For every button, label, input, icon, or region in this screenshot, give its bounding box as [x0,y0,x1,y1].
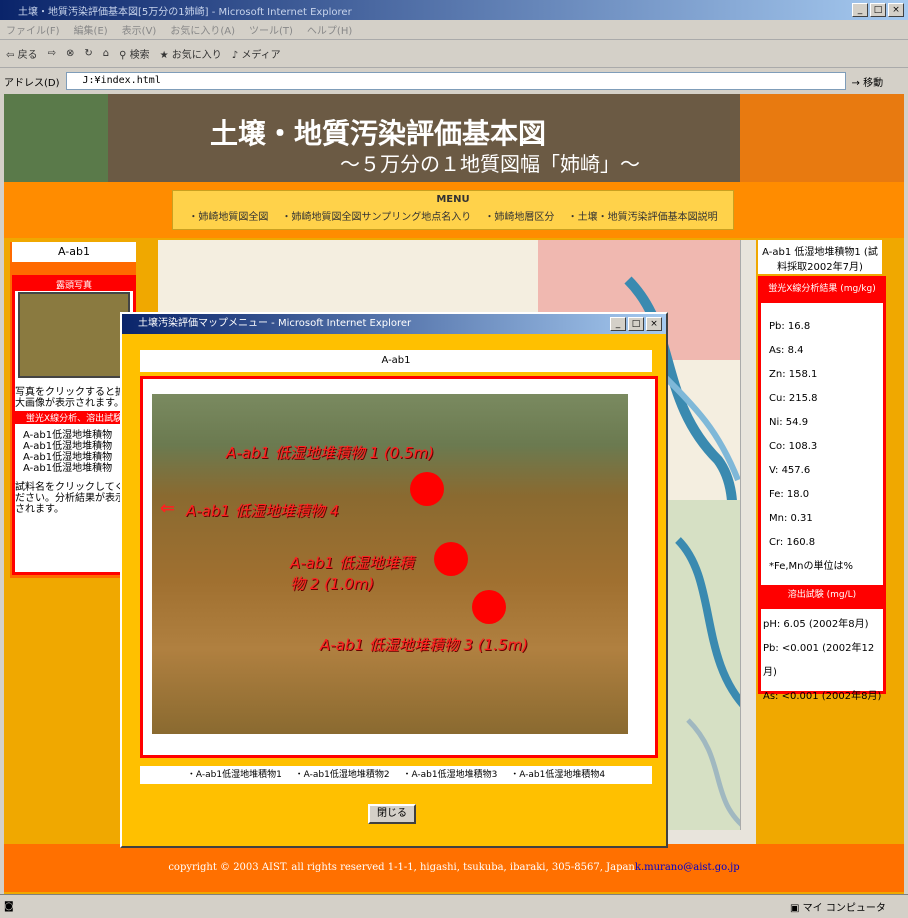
window-title-bar: 土壌・地質汚染評価基本図[5万分の1姉崎] - Microsoft Intern… [0,0,908,20]
banner-image-left [4,94,108,182]
nav-menu: MENU ・姉崎地質図全図 ・姉崎地質図全図サンプリング地点名入り ・姉崎地層区… [172,190,734,230]
elution-header: 溶出試験 (mg/L) [761,585,883,609]
xrf-value: Cu: 215.8 [769,393,818,404]
arrow-left-icon: ⇐ [160,498,176,519]
left-sample-link[interactable]: A-ab1低湿地堆積物 [23,441,133,452]
photo-label: A-ab1 低湿地堆積物 3 (1.5m) [320,636,528,654]
nav-link-sampling-map[interactable]: ・姉崎地質図全図サンプリング地点名入り [282,212,472,223]
left-sample-link[interactable]: A-ab1低湿地堆積物 [23,452,133,463]
favorites-button[interactable]: ★ お気に入り [160,46,222,61]
search-button[interactable]: ⚲ 検索 [119,46,150,61]
stop-icon[interactable]: ⊗ [66,48,74,59]
right-panel-results: 蛍光X線分析結果 (mg/kg) Pb: 16.8 As: 8.4 Zn: 15… [758,276,886,702]
photo-label: A-ab1 低湿地堆積物 2 (1.0m) [290,554,414,593]
nav-link-explanation[interactable]: ・土壌・地質汚染評価基本図説明 [568,212,718,223]
home-icon[interactable]: ⌂ [103,48,109,59]
menu-bar: ファイル(F) 編集(E) 表示(V) お気に入り(A) ツール(T) ヘルプ(… [0,20,908,40]
popup-minimize-button[interactable]: _ [610,317,626,331]
banner-image-right [740,94,904,182]
elution-value: pH: 6.05 (2002年8月) [763,619,869,630]
toolbar: ⇦ 戻る ⇨ ⊗ ↻ ⌂ ⚲ 検索 ★ お気に入り ♪ メディア [0,40,908,68]
elution-value: As: <0.001 (2002年8月) [763,691,882,702]
banner-subtitle: ～５万分の１地質図幅「姉崎」～ [340,152,640,176]
photo-label: A-ab1 低湿地堆積物 4 [186,502,340,520]
nav-link-strata[interactable]: ・姉崎地層区分 [484,212,554,223]
sample-note: 試料名をクリックしてください。分析結果が表示されます。 [15,482,125,515]
xrf-value: V: 457.6 [769,465,811,476]
popup-sample-name: A-ab1 [140,350,652,372]
xrf-value: Fe: 18.0 [769,489,810,500]
footer-email-link[interactable]: k.murano@aist.go.jp [635,862,740,873]
analysis-header: 蛍光X線分析、溶出試験 [15,411,133,424]
xrf-value: As: 8.4 [769,345,804,356]
close-button[interactable]: 閉じる [368,804,416,824]
window-title: 土壌・地質汚染評価基本図[5万分の1姉崎] - Microsoft Intern… [18,6,352,18]
xrf-value: Zn: 158.1 [769,369,818,380]
photo-label: A-ab1 低湿地堆積物 1 (0.5m) [226,444,434,462]
elution-value: Pb: <0.001 (2002年12月) [763,643,875,678]
menu-favorites[interactable]: お気に入り(A) [170,22,235,37]
left-sample-name: A-ab1 [12,242,136,262]
media-button[interactable]: ♪ メディア [232,46,281,61]
popup-window: 土壌汚染評価マップメニュー - Microsoft Internet Explo… [120,312,668,848]
menu-tools[interactable]: ツール(T) [249,22,293,37]
photo-header: 露頭写真 [15,278,133,291]
left-sample-link[interactable]: A-ab1低湿地堆積物 [23,463,133,474]
menu-edit[interactable]: 編集(E) [74,22,108,37]
popup-sample-link[interactable]: ・A-ab1低湿地堆積物2 [295,770,390,780]
xrf-header: 蛍光X線分析結果 (mg/kg) [761,279,883,303]
xrf-value: Ni: 54.9 [769,417,809,428]
sample-point-marker [472,590,506,624]
sample-point-marker [434,542,468,576]
footer-copyright: copyright © 2003 AIST. all rights reserv… [168,862,635,873]
popup-close-icon[interactable]: × [646,317,662,331]
refresh-icon[interactable]: ↻ [84,48,92,59]
page-icon: ◙ [4,901,14,912]
popup-maximize-button[interactable]: □ [628,317,644,331]
status-bar: ◙ ▣ マイ コンピュータ [0,894,908,918]
footer: copyright © 2003 AIST. all rights reserv… [4,844,904,892]
address-label: アドレス(D) [4,77,60,89]
right-sample-title: A-ab1 低湿地堆積物1 (試料採取2002年7月) [758,240,882,274]
address-bar: アドレス(D) J:¥index.html → 移動 [0,70,908,92]
maximize-button[interactable]: □ [870,3,886,17]
popup-sample-link[interactable]: ・A-ab1低湿地堆積物3 [402,770,497,780]
computer-icon: ▣ マイ コンピュータ [790,903,886,914]
photo-note: 写真をクリックすると拡大画像が表示されます。 [15,387,125,409]
nav-link-full-map[interactable]: ・姉崎地質図全図 [188,212,268,223]
menu-view[interactable]: 表示(V) [122,22,157,37]
popup-title: 土壌汚染評価マップメニュー - Microsoft Internet Explo… [138,318,412,329]
back-button[interactable]: ⇦ 戻る [6,46,38,61]
map-vertical-scrollbar[interactable] [740,240,756,830]
minimize-button[interactable]: _ [852,3,868,17]
left-sample-link[interactable]: A-ab1低湿地堆積物 [23,430,133,441]
forward-icon[interactable]: ⇨ [48,48,56,59]
outcrop-thumbnail[interactable] [18,292,130,378]
popup-sample-links: ・A-ab1低湿地堆積物1 ・A-ab1低湿地堆積物2 ・A-ab1低湿地堆積物… [140,766,652,784]
address-input[interactable]: J:¥index.html [65,72,846,90]
banner-title: 土壌・地質汚染評価基本図 [210,117,547,150]
xrf-value: Mn: 0.31 [769,513,813,524]
popup-sample-link[interactable]: ・A-ab1低湿地堆積物4 [510,770,605,780]
xrf-value: Cr: 160.8 [769,537,816,548]
sample-point-marker [410,472,444,506]
popup-sample-link[interactable]: ・A-ab1低湿地堆積物1 [187,770,282,780]
menu-help[interactable]: ヘルプ(H) [307,22,352,37]
popup-title-bar: 土壌汚染評価マップメニュー - Microsoft Internet Explo… [122,314,666,334]
nav-title: MENU [436,194,470,205]
outcrop-photo: A-ab1 低湿地堆積物 1 (0.5m) ⇐ A-ab1 低湿地堆積物 4 A… [152,394,628,734]
go-button[interactable]: → 移動 [852,74,884,89]
xrf-value: Pb: 16.8 [769,321,811,332]
menu-file[interactable]: ファイル(F) [6,22,60,37]
unit-note: *Fe,Mnの単位は% [769,561,854,572]
close-window-button[interactable]: × [888,3,904,17]
xrf-value: Co: 108.3 [769,441,818,452]
